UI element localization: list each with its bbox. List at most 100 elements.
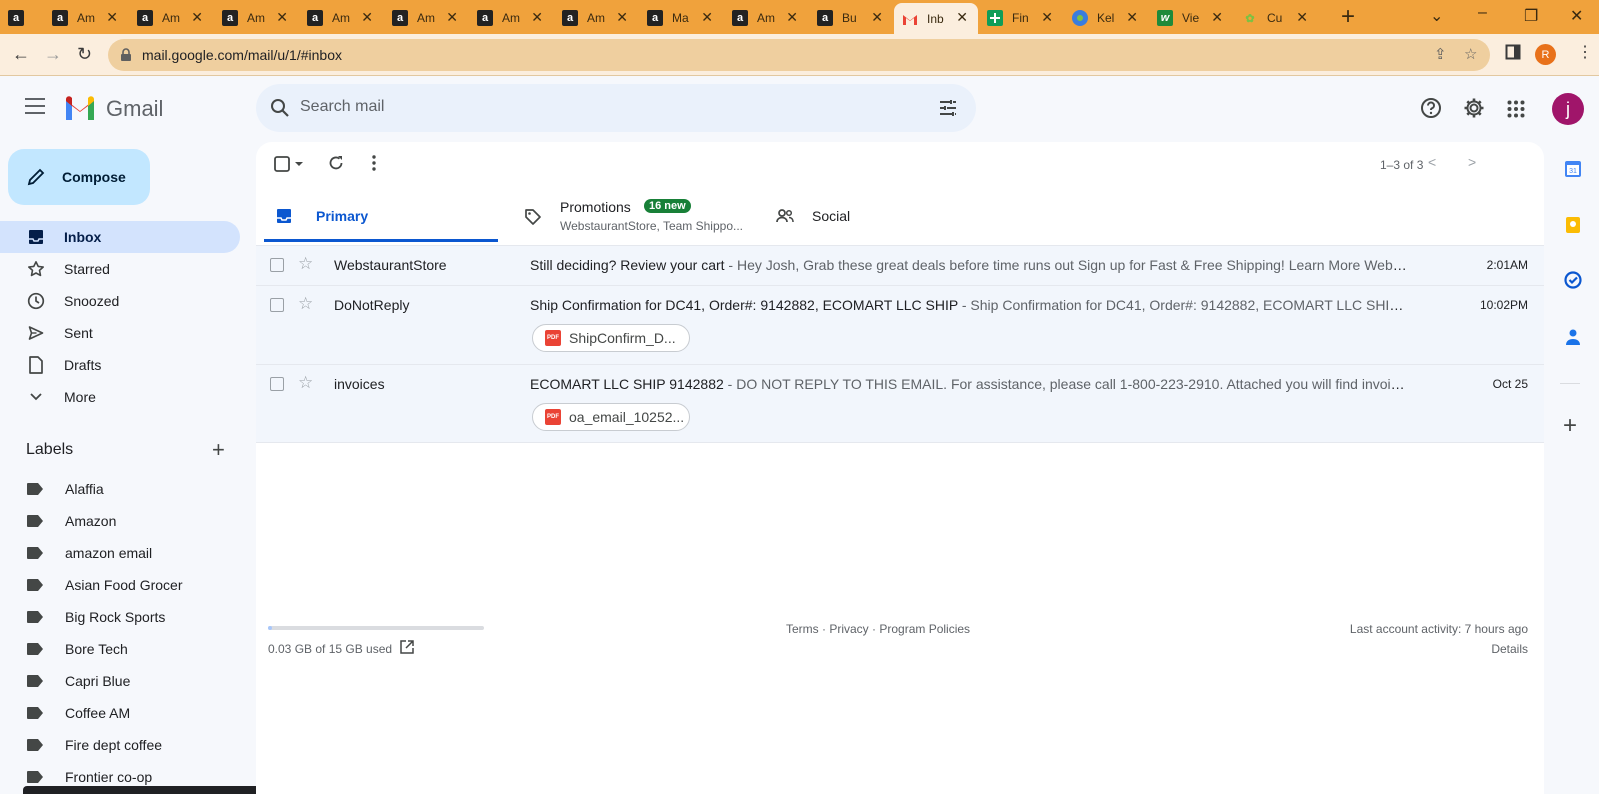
side-panel-icon[interactable] <box>1505 44 1521 60</box>
restore-icon[interactable]: ❐ <box>1524 6 1538 26</box>
close-tab-icon[interactable]: ✕ <box>361 9 373 25</box>
external-link-icon[interactable] <box>400 640 414 654</box>
calendar-icon[interactable]: 31 <box>1564 160 1582 178</box>
close-window-icon[interactable]: ✕ <box>1570 6 1583 26</box>
browser-tab[interactable]: a Am ✕ <box>384 3 468 33</box>
sidebar-item-snoozed[interactable]: Snoozed <box>0 285 240 317</box>
browser-tab[interactable]: Inb ✕ <box>894 3 978 34</box>
account-avatar[interactable]: j <box>1552 93 1584 125</box>
browser-tab[interactable]: a Am ✕ <box>129 3 213 33</box>
close-tab-icon[interactable]: ✕ <box>446 9 458 25</box>
get-addons-button[interactable]: + <box>1563 414 1577 438</box>
browser-tab[interactable]: a Am ✕ <box>554 3 638 33</box>
minimize-icon[interactable]: – <box>1478 4 1487 22</box>
main-menu-icon[interactable] <box>25 98 45 114</box>
privacy-link[interactable]: Privacy <box>829 622 868 636</box>
label-item[interactable]: Bore Tech <box>0 634 240 664</box>
newer-page-icon[interactable]: < <box>1428 154 1436 170</box>
tab-primary[interactable]: Primary <box>264 192 498 242</box>
close-tab-icon[interactable]: ✕ <box>191 9 203 25</box>
sidebar-item-sent[interactable]: Sent <box>0 317 240 349</box>
label-item[interactable]: Fire dept coffee <box>0 730 240 760</box>
close-tab-icon[interactable]: ✕ <box>871 9 883 25</box>
attachment-chip[interactable]: PDF ShipConfirm_D... <box>532 324 690 352</box>
keep-icon[interactable] <box>1564 216 1582 234</box>
older-page-icon[interactable]: > <box>1468 154 1476 170</box>
compose-button[interactable]: Compose <box>8 149 150 205</box>
close-tab-icon[interactable]: ✕ <box>616 9 628 25</box>
back-icon[interactable]: ← <box>12 43 30 65</box>
browser-profile-avatar[interactable]: R <box>1535 44 1556 65</box>
label-item[interactable]: Alaffia <box>0 474 240 504</box>
browser-tab[interactable]: a Am ✕ <box>299 3 383 33</box>
settings-gear-icon[interactable] <box>1463 97 1485 119</box>
label-item[interactable]: Capri Blue <box>0 666 240 696</box>
sidebar-item-starred[interactable]: Starred <box>0 253 240 285</box>
star-icon[interactable]: ☆ <box>298 374 313 392</box>
browser-tab[interactable]: a Am ✕ <box>724 3 808 33</box>
add-label-button[interactable]: + <box>212 439 225 461</box>
details-link[interactable]: Details <box>1350 642 1528 656</box>
browser-tab[interactable]: a <box>0 3 44 33</box>
search-options-icon[interactable] <box>938 98 958 118</box>
browser-tab[interactable]: a Am ✕ <box>44 3 128 33</box>
contacts-icon[interactable] <box>1564 328 1582 346</box>
browser-tab[interactable]: a Bu ✕ <box>809 3 893 33</box>
attachment-chip[interactable]: PDF oa_email_10252... <box>532 403 690 431</box>
program-policies-link[interactable]: Program Policies <box>879 622 970 636</box>
close-tab-icon[interactable]: ✕ <box>956 9 968 25</box>
browser-menu-icon[interactable]: ⋮ <box>1577 42 1593 62</box>
help-icon[interactable] <box>1420 97 1442 119</box>
browser-tab[interactable]: ✿ Cu ✕ <box>1234 3 1318 33</box>
email-row[interactable]: ☆ WebstaurantStore Still deciding? Review … <box>256 245 1544 285</box>
more-options-icon[interactable] <box>372 155 376 171</box>
email-row[interactable]: ☆ invoices ECOMART LLC SHIP 9142882 - DO N… <box>256 364 1544 443</box>
browser-tab[interactable]: Kel ✕ <box>1064 3 1148 33</box>
label-item[interactable]: Amazon <box>0 506 240 536</box>
label-item[interactable]: Asian Food Grocer <box>0 570 240 600</box>
close-tab-icon[interactable]: ✕ <box>1126 9 1138 25</box>
browser-tab-title: Vie <box>1182 11 1200 25</box>
row-checkbox[interactable] <box>270 377 284 391</box>
tab-search-icon[interactable]: ⌄ <box>1430 6 1443 26</box>
share-icon[interactable]: ⇪ <box>1434 45 1447 63</box>
label-item[interactable]: Coffee AM <box>0 698 240 728</box>
label-item[interactable]: Big Rock Sports <box>0 602 240 632</box>
close-tab-icon[interactable]: ✕ <box>276 9 288 25</box>
close-tab-icon[interactable]: ✕ <box>701 9 713 25</box>
star-icon[interactable]: ☆ <box>298 295 313 313</box>
browser-tab[interactable]: Fin ✕ <box>979 3 1063 33</box>
search-icon[interactable] <box>270 98 290 118</box>
tab-promotions[interactable]: Promotions 16 new WebstaurantStore, Team… <box>514 192 754 242</box>
sidebar-item-drafts[interactable]: Drafts <box>0 349 240 381</box>
tasks-icon[interactable] <box>1564 271 1582 289</box>
terms-link[interactable]: Terms <box>786 622 819 636</box>
browser-tab[interactable]: a Am ✕ <box>469 3 553 33</box>
close-tab-icon[interactable]: ✕ <box>531 9 543 25</box>
refresh-icon[interactable] <box>328 155 344 171</box>
close-tab-icon[interactable]: ✕ <box>106 9 118 25</box>
apps-grid-icon[interactable] <box>1507 100 1525 118</box>
forward-icon[interactable]: → <box>44 43 62 65</box>
address-bar[interactable]: mail.google.com/mail/u/1/#inbox ⇪ ☆ <box>108 39 1490 71</box>
select-all-checkbox[interactable] <box>274 156 304 172</box>
close-tab-icon[interactable]: ✕ <box>1041 9 1053 25</box>
close-tab-icon[interactable]: ✕ <box>1296 9 1308 25</box>
tab-social[interactable]: Social <box>764 192 1004 242</box>
sidebar-item-inbox[interactable]: Inbox <box>0 221 240 253</box>
new-tab-button[interactable]: + <box>1341 5 1355 29</box>
close-tab-icon[interactable]: ✕ <box>786 9 798 25</box>
email-row[interactable]: ☆ DoNotReply Ship Confirmation for DC41, O… <box>256 285 1544 364</box>
row-checkbox[interactable] <box>270 298 284 312</box>
bookmark-star-icon[interactable]: ☆ <box>1464 45 1477 63</box>
reload-icon[interactable]: ↻ <box>77 43 92 65</box>
browser-tab[interactable]: w Vie ✕ <box>1149 3 1233 33</box>
sidebar-item-more[interactable]: More <box>0 381 240 413</box>
browser-tab[interactable]: a Ma ✕ <box>639 3 723 33</box>
search-input[interactable] <box>300 98 900 116</box>
row-checkbox[interactable] <box>270 258 284 272</box>
browser-tab[interactable]: a Am ✕ <box>214 3 298 33</box>
label-item[interactable]: amazon email <box>0 538 240 568</box>
star-icon[interactable]: ☆ <box>298 255 313 273</box>
close-tab-icon[interactable]: ✕ <box>1211 9 1223 25</box>
